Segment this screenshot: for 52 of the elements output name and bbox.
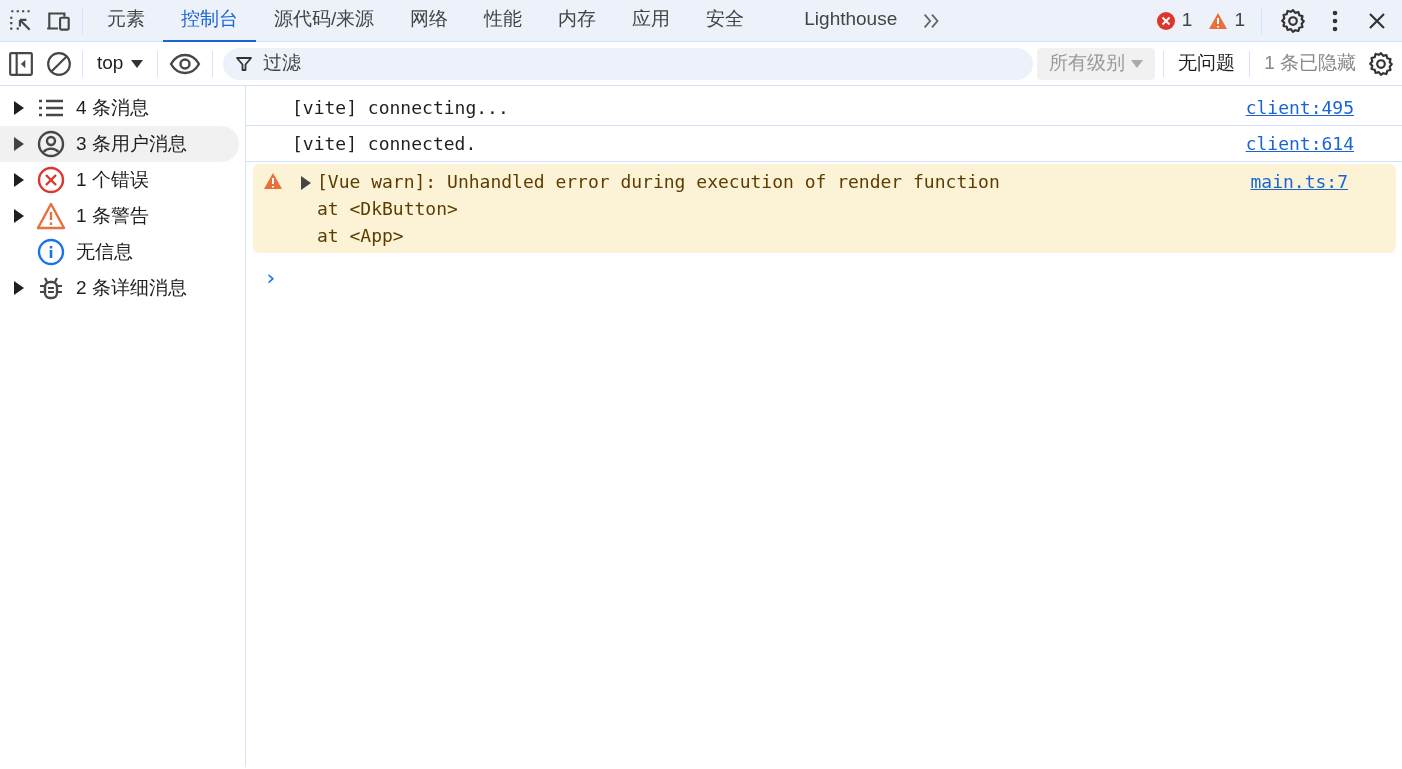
message-text: at <DkButton> <box>317 197 458 221</box>
clear-icon <box>46 50 72 77</box>
warning-icon <box>36 202 66 230</box>
expand-arrow-icon <box>14 209 24 223</box>
sidebar-toggle-icon <box>8 50 34 77</box>
filter-icon <box>235 54 254 73</box>
info-icon <box>37 238 65 266</box>
expand-arrow-icon <box>14 101 24 115</box>
warning-icon <box>263 172 283 190</box>
settings-icon <box>1280 7 1306 34</box>
panel-tab[interactable]: 应用 <box>614 0 689 42</box>
message-text: [vite] connecting... <box>292 96 509 120</box>
panel-tab[interactable]: Lighthouse <box>786 0 916 42</box>
close-icon <box>1367 10 1387 31</box>
issues-button[interactable]: 无问题 <box>1170 49 1244 78</box>
settings-icon <box>1368 50 1394 77</box>
message-text: at <App> <box>317 224 404 248</box>
panel-tab[interactable]: 网络 <box>392 0 467 42</box>
caret-icon <box>1131 59 1144 68</box>
user-icon <box>37 130 65 158</box>
source-link[interactable]: main.ts:7 <box>1250 168 1348 249</box>
eye-icon <box>169 52 202 75</box>
panel-tab[interactable]: 控制台 <box>163 0 256 42</box>
sidebar-item[interactable]: 2 条详细消息 <box>0 270 239 306</box>
sidebar-item[interactable]: 3 条用户消息 <box>0 126 239 162</box>
panel-tab[interactable]: 源代码/来源 <box>256 0 393 42</box>
hidden-count: 1 条已隐藏 <box>1263 51 1357 76</box>
error-icon <box>37 166 65 194</box>
caret-icon <box>131 59 144 68</box>
sidebar-item[interactable]: 4 条消息 <box>0 90 239 126</box>
sidebar-item[interactable]: 无信息 <box>0 234 239 270</box>
expand-arrow-icon <box>301 176 311 190</box>
source-link[interactable]: client:614 <box>1245 130 1354 157</box>
panel-tab[interactable]: 元素 <box>89 0 163 42</box>
warning-count[interactable]: 1 <box>1208 6 1245 35</box>
panel-tab[interactable]: 性能 <box>466 0 541 42</box>
expand-arrow-icon <box>14 137 24 151</box>
sidebar-item[interactable]: 1 条警告 <box>0 198 239 234</box>
expand-arrow-icon <box>14 281 24 295</box>
message-text: [Vue warn]: Unhandled error during execution of render function <box>317 170 1000 194</box>
message-text: [vite] connected. <box>292 132 477 156</box>
menu-icon <box>1331 8 1339 33</box>
panel-tab[interactable]: 安全 <box>688 0 763 42</box>
context-dropdown[interactable]: top <box>89 49 152 78</box>
prompt-caret[interactable]: › <box>264 265 278 290</box>
sidebar-item[interactable]: 1 个错误 <box>0 162 239 198</box>
panel-tab[interactable]: 内存 <box>540 0 615 42</box>
error-icon <box>1155 10 1176 31</box>
error-count[interactable]: 1 <box>1155 6 1193 35</box>
expand-arrow-icon <box>14 173 24 187</box>
warning-icon <box>1208 11 1229 30</box>
source-link[interactable]: client:495 <box>1245 94 1354 121</box>
